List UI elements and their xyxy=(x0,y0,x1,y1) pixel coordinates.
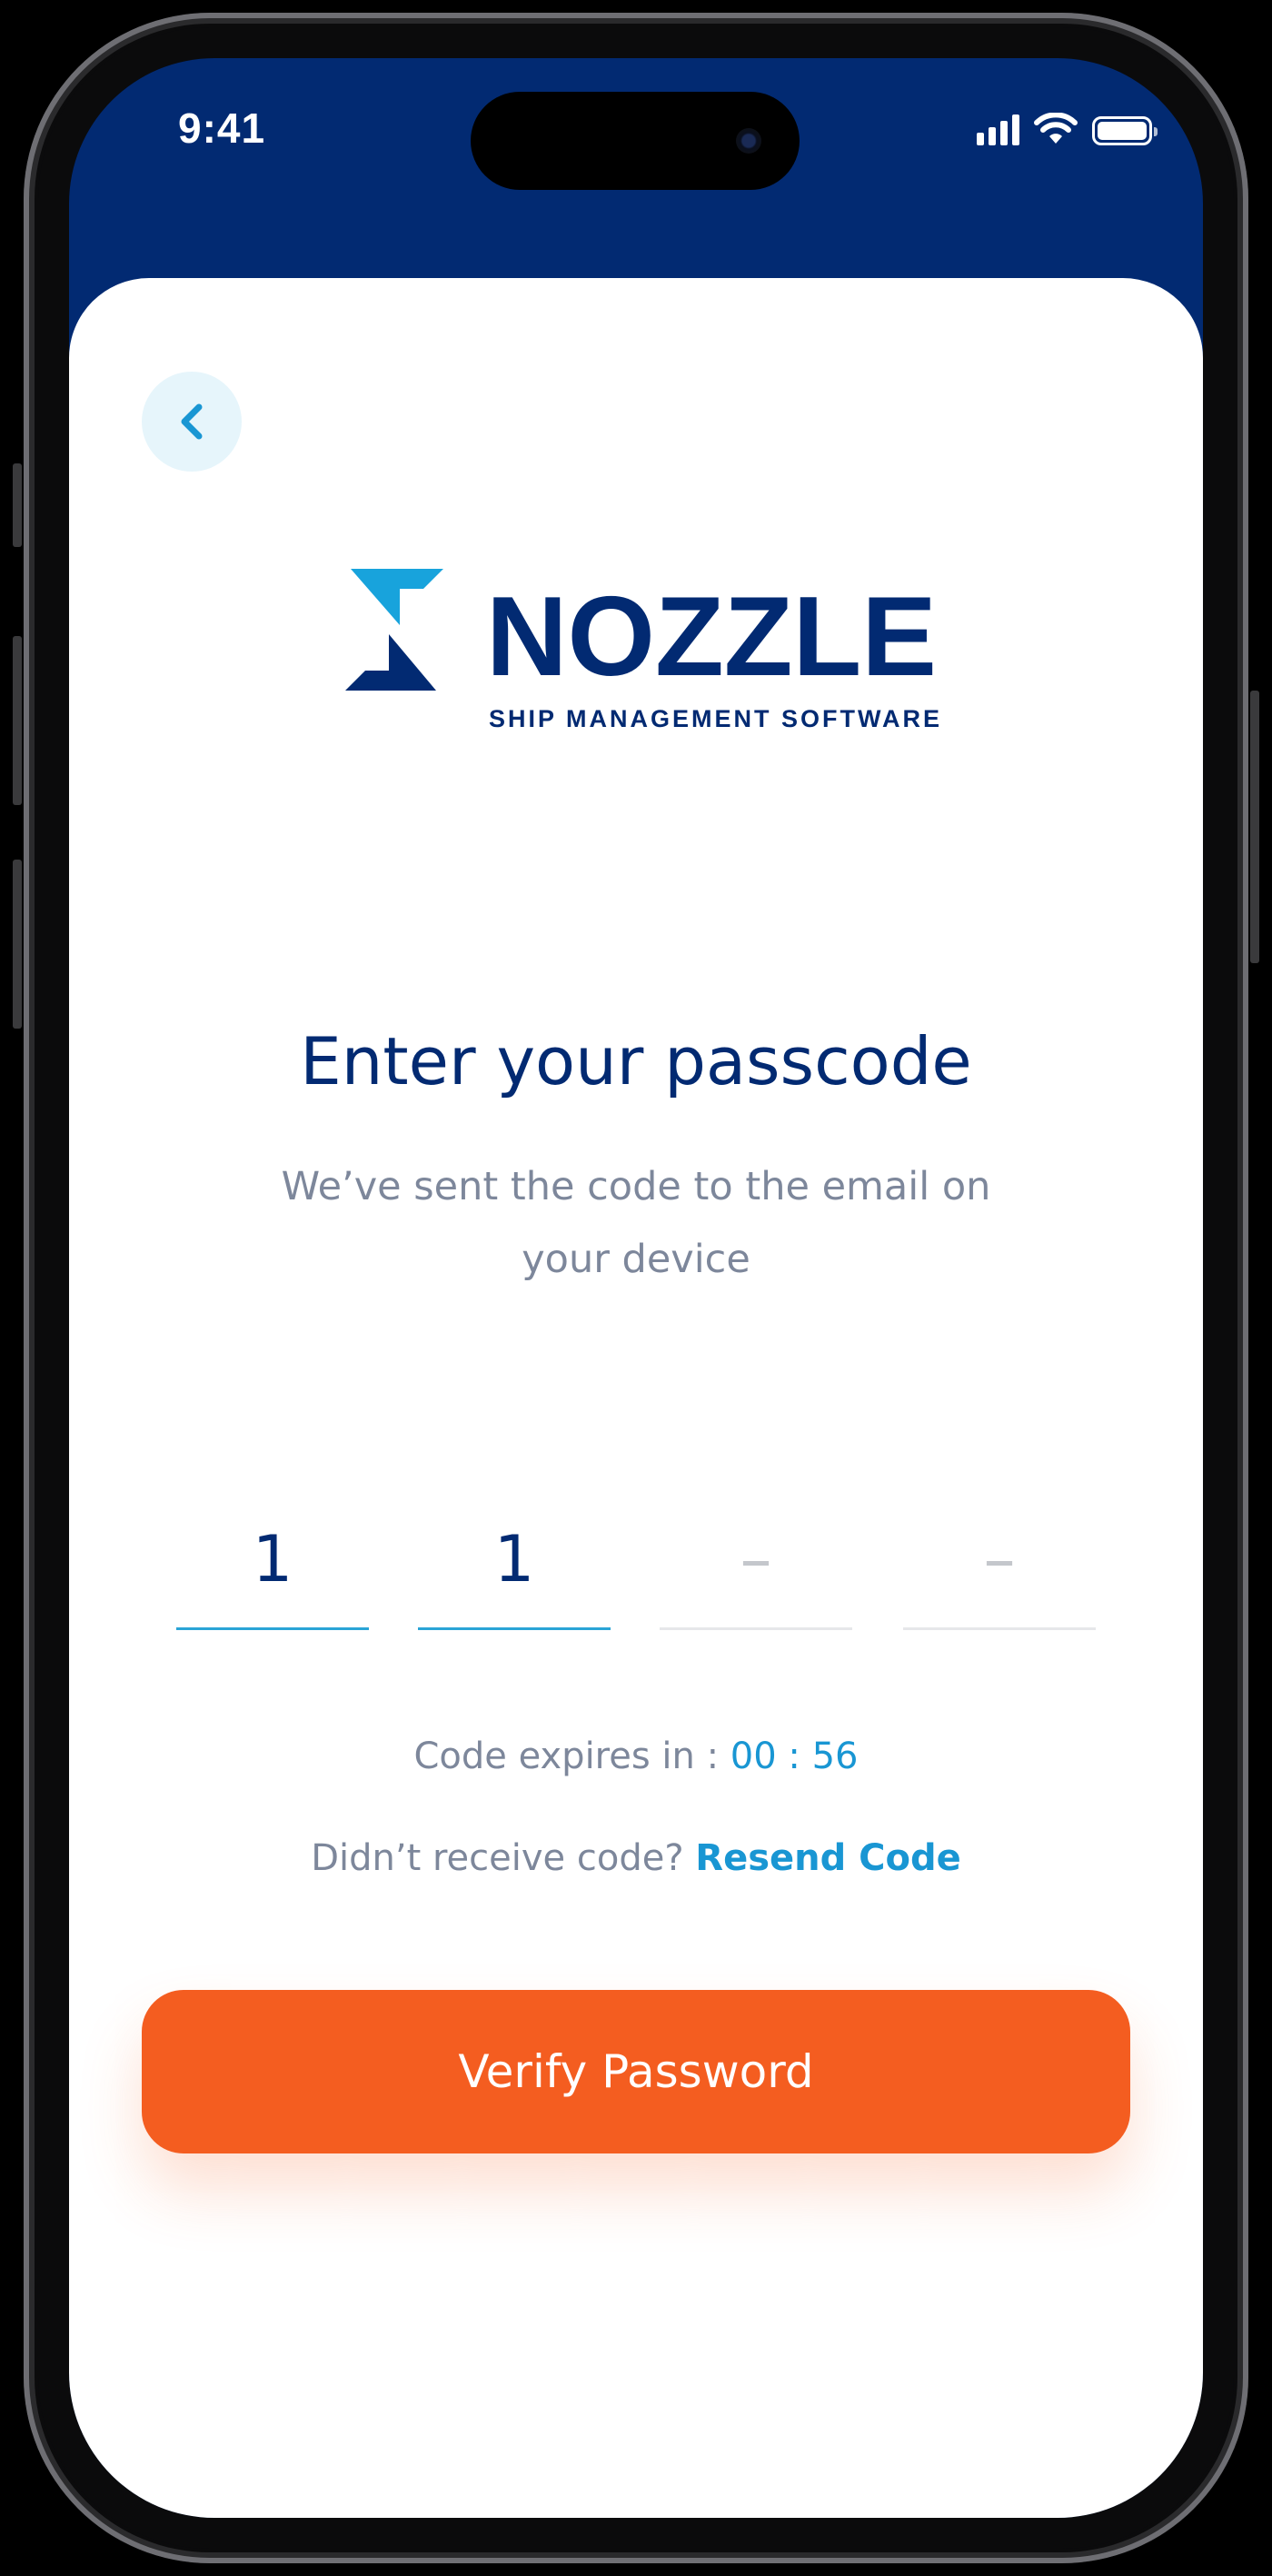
page-title: Enter your passcode xyxy=(300,1023,972,1099)
brand-tagline: SHIP MANAGEMENT SOFTWARE xyxy=(489,705,943,732)
digit-underline xyxy=(903,1627,1096,1630)
verify-password-button[interactable]: Verify Password xyxy=(142,1990,1130,2153)
dynamic-island xyxy=(471,92,800,190)
digit-underline xyxy=(418,1627,611,1630)
passcode-digit-3[interactable]: – xyxy=(660,1514,852,1630)
passcode-digit-2[interactable]: 1 xyxy=(418,1514,611,1630)
brand-name: NOZZLE xyxy=(486,574,937,700)
digit-underline xyxy=(176,1627,369,1630)
digit-value: – xyxy=(740,1522,772,1596)
status-icons xyxy=(977,109,1158,145)
digit-value: 1 xyxy=(252,1522,293,1596)
battery-icon xyxy=(1092,116,1158,145)
front-camera-icon xyxy=(736,128,761,154)
content-sheet: NOZZLE SHIP MANAGEMENT SOFTWARE Enter yo… xyxy=(69,278,1203,2518)
expiry-timer: 00 : 56 xyxy=(730,1736,859,1777)
screen: 9:41 NOZZLE SHIP MANAGEMENT SOFTWARE Ent… xyxy=(69,58,1203,2518)
chevron-left-icon xyxy=(181,403,203,440)
digit-value: 1 xyxy=(493,1522,535,1596)
passcode-digit-4[interactable]: – xyxy=(903,1514,1096,1630)
back-button[interactable] xyxy=(142,372,242,472)
digit-underline xyxy=(660,1627,852,1630)
resend-prompt: Didn’t receive code? xyxy=(311,1837,684,1879)
passcode-digit-1[interactable]: 1 xyxy=(176,1514,369,1630)
volume-up-button xyxy=(13,636,22,805)
status-time: 9:41 xyxy=(178,104,266,152)
wifi-icon xyxy=(1034,113,1078,144)
action-button xyxy=(13,463,22,547)
page-subtitle: We’ve sent the code to the email on your… xyxy=(281,1164,991,1282)
expiry-label: Code expires in : xyxy=(413,1736,720,1777)
brand-logo: NOZZLE SHIP MANAGEMENT SOFTWARE xyxy=(345,569,939,741)
nozzle-logo-icon xyxy=(345,569,443,691)
power-button xyxy=(1250,691,1259,963)
code-expiry: Code expires in : 00 : 56 xyxy=(69,1736,1203,1777)
resend-code-link[interactable]: Resend Code xyxy=(695,1837,961,1879)
cellular-signal-icon xyxy=(977,114,1019,145)
volume-down-button xyxy=(13,860,22,1029)
digit-value: – xyxy=(983,1522,1016,1596)
resend-row: Didn’t receive code? Resend Code xyxy=(69,1837,1203,1879)
